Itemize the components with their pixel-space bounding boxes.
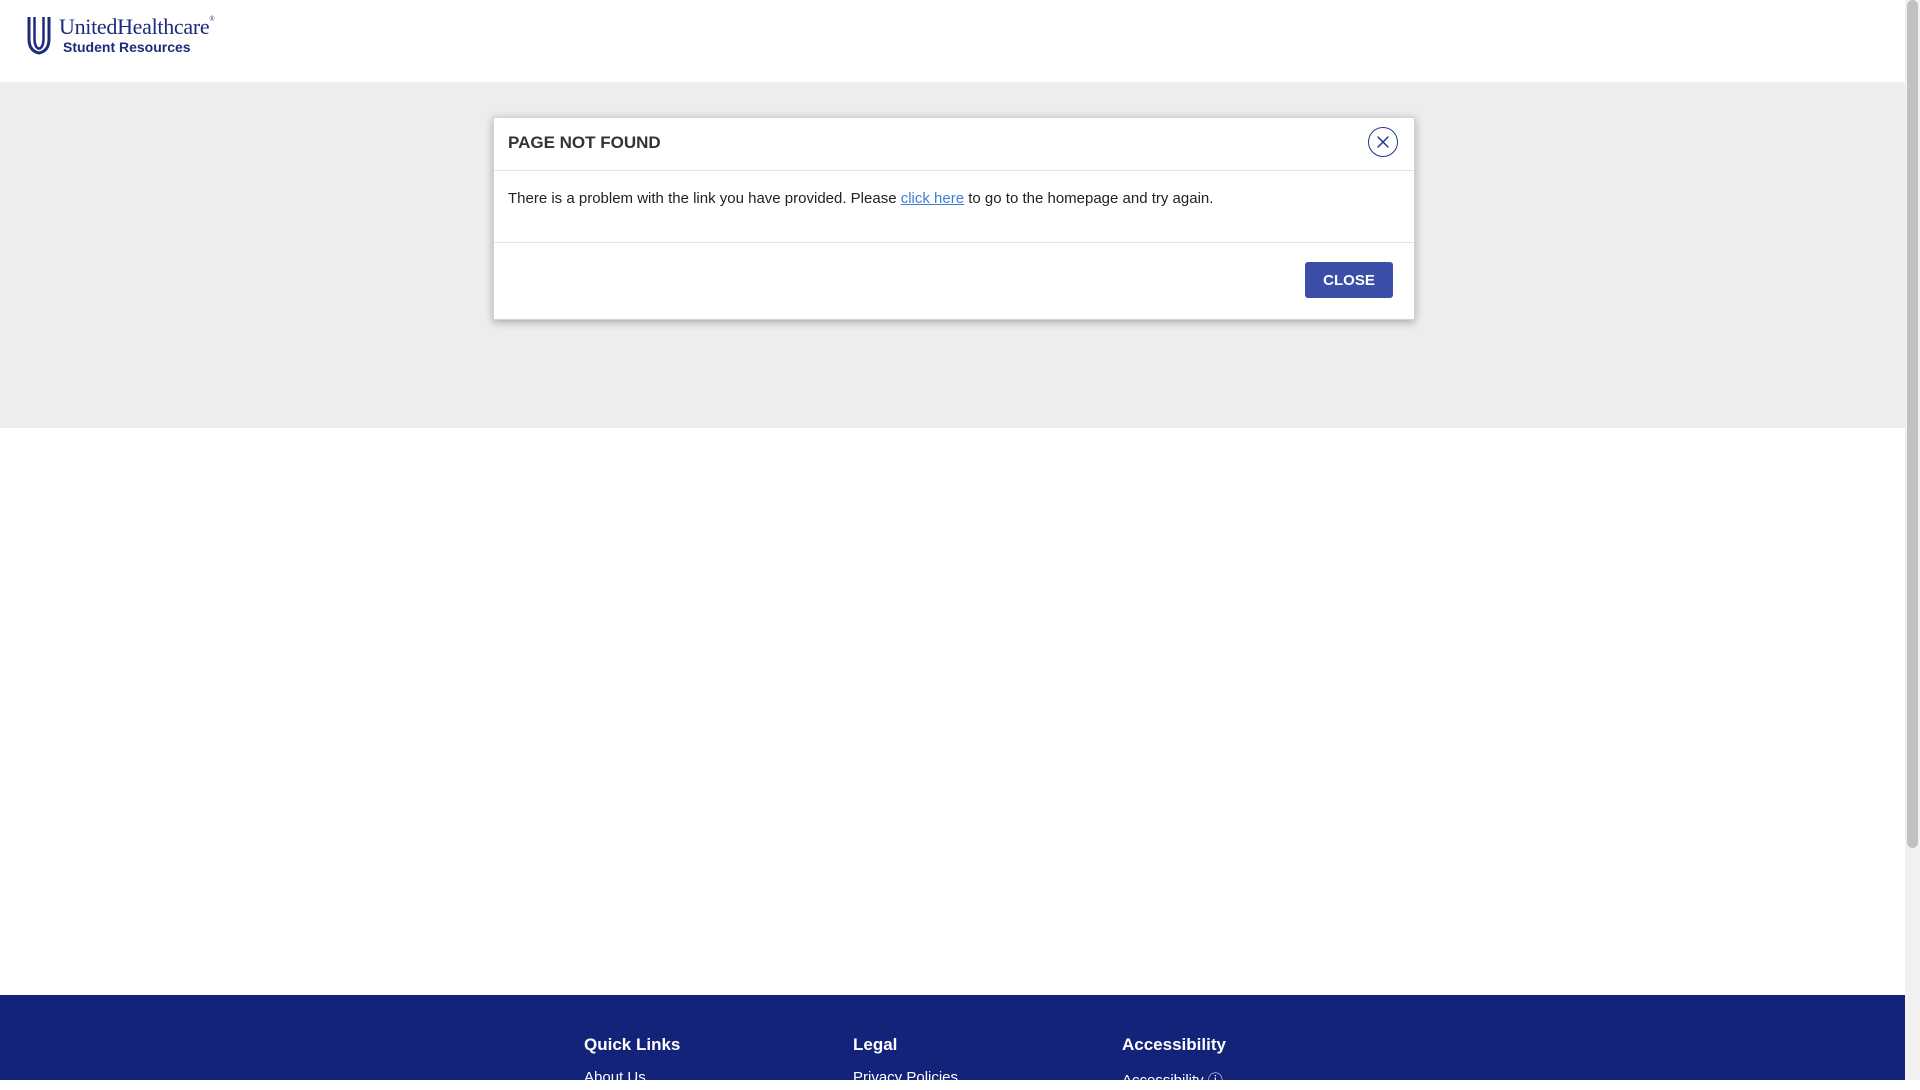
logo-brand-name: UnitedHealthcare® [59, 14, 215, 39]
dialog-title: PAGE NOT FOUND [508, 133, 661, 152]
dialog-body: There is a problem with the link you hav… [494, 171, 1414, 243]
site-header: UnitedHealthcare® Student Resources [0, 0, 1905, 82]
logo-subtitle: Student Resources [63, 39, 191, 55]
dialog-close-icon-button[interactable] [1368, 127, 1398, 157]
footer-link-about-us[interactable]: About Us [584, 1069, 680, 1086]
brand-logo[interactable]: UnitedHealthcare® Student Resources [27, 14, 215, 56]
message-text-before: There is a problem with the link you hav… [508, 190, 901, 207]
click-here-link[interactable]: click here [901, 190, 964, 207]
footer-column-legal: Legal Privacy Policies [853, 1035, 958, 1086]
logo-wordmark: UnitedHealthcare® Student Resources [59, 14, 215, 55]
message-text-after: to go to the homepage and try again. [964, 190, 1214, 207]
close-button[interactable]: CLOSE [1305, 262, 1393, 298]
dialog-message: There is a problem with the link you hav… [508, 190, 1213, 207]
scrollbar-thumb[interactable] [1907, 0, 1918, 848]
footer-column-accessibility: Accessibility Accessibility ⓘ [1122, 1035, 1226, 1090]
footer-heading-accessibility: Accessibility [1122, 1035, 1226, 1054]
footer-heading-legal: Legal [853, 1035, 898, 1054]
close-icon [1377, 136, 1389, 148]
uhc-u-logo-icon [27, 17, 51, 55]
footer-column-quick-links: Quick Links About Us [584, 1035, 680, 1086]
vertical-scrollbar[interactable] [1905, 0, 1920, 1080]
footer-link-privacy-policies[interactable]: Privacy Policies [853, 1069, 958, 1086]
dialog-header: PAGE NOT FOUND [494, 118, 1414, 171]
footer-heading-quick-links: Quick Links [584, 1035, 681, 1054]
page-not-found-dialog: PAGE NOT FOUND There is a problem with t… [493, 117, 1415, 320]
site-footer: Quick Links About Us Legal Privacy Polic… [0, 995, 1905, 1089]
dialog-footer: CLOSE [494, 243, 1414, 319]
